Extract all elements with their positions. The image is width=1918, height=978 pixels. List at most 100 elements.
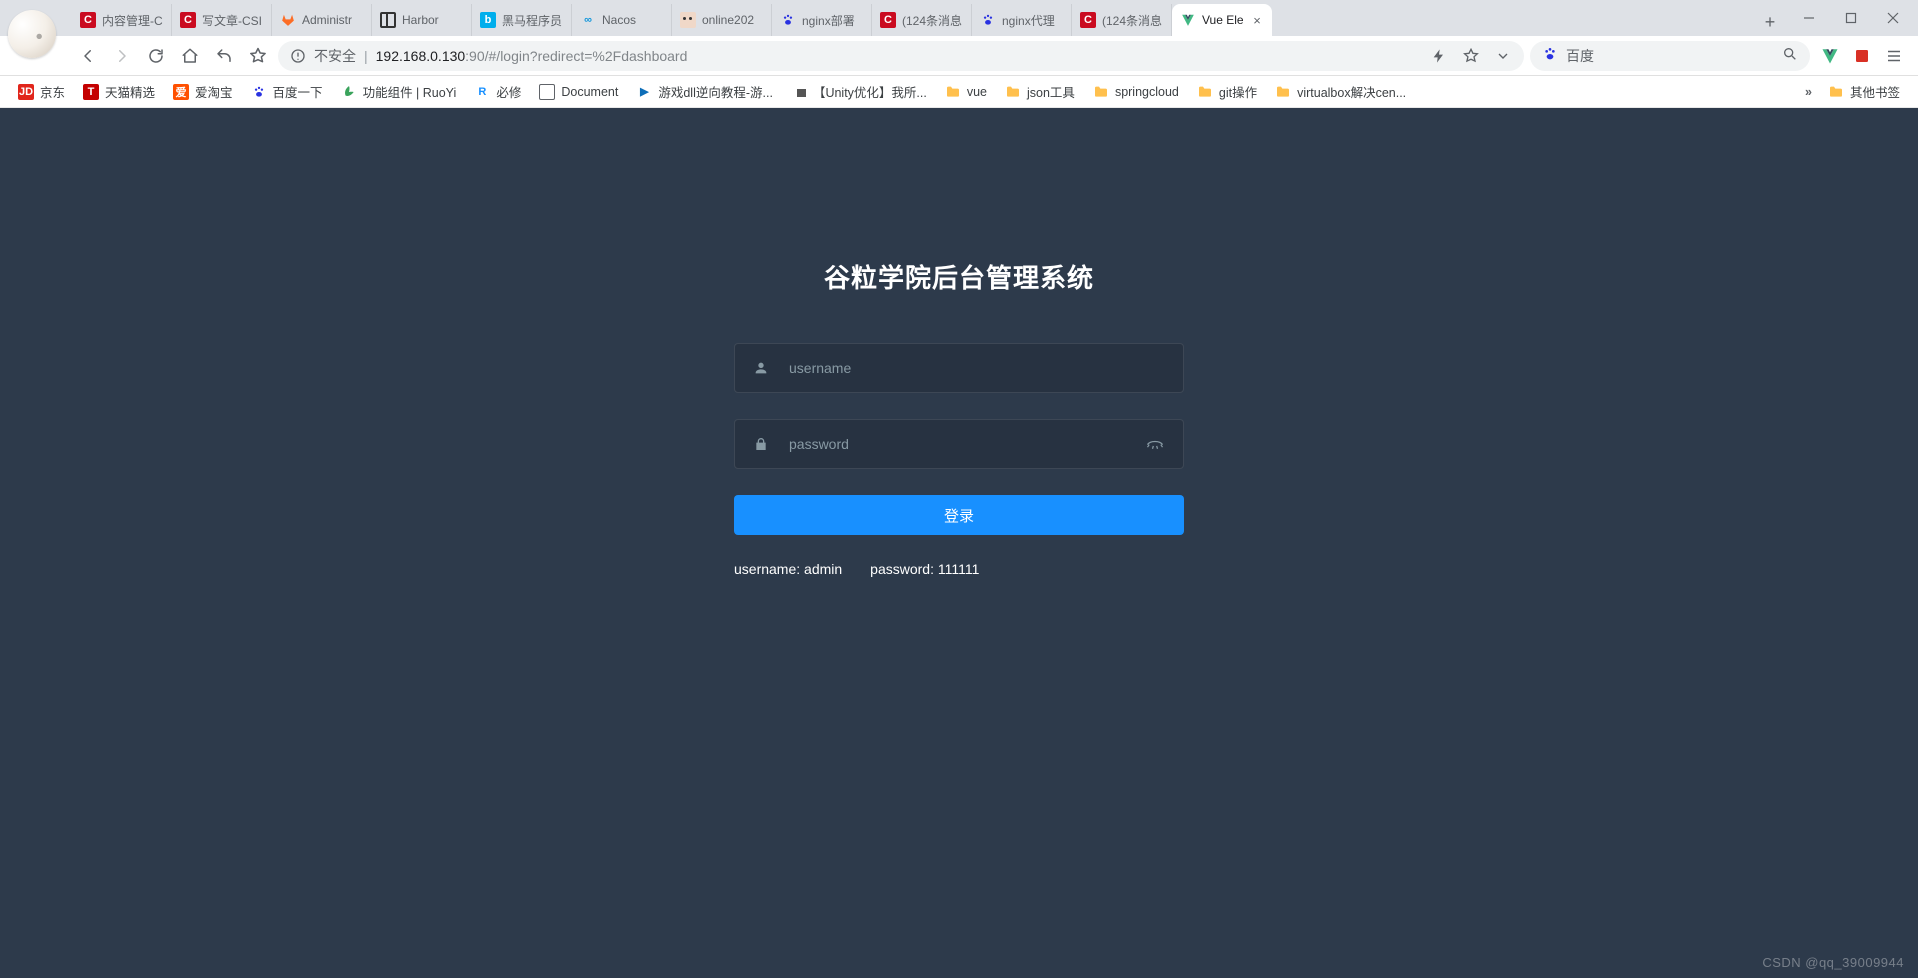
bookmark-star-button[interactable] bbox=[244, 42, 272, 70]
bookmark-item[interactable]: git操作 bbox=[1189, 78, 1265, 105]
bookmark-favicon bbox=[1275, 84, 1291, 100]
tab-label: 黑马程序员 bbox=[502, 12, 563, 29]
bookmark-label: 爱淘宝 bbox=[195, 82, 233, 101]
browser-tab[interactable]: C (124条消息 bbox=[872, 4, 972, 36]
nav-back-button[interactable] bbox=[74, 42, 102, 70]
bookmark-bar: JD京东T天猫精选爱爱淘宝 百度一下功能组件 | RuoYiR必修Document… bbox=[0, 76, 1918, 108]
bookmark-label: 【Unity优化】我所... bbox=[813, 82, 927, 101]
nav-home-button[interactable] bbox=[176, 42, 204, 70]
browser-tab[interactable]: b 黑马程序员 bbox=[472, 4, 572, 36]
address-bar[interactable]: 不安全 | 192.168.0.130:90/#/login?redirect=… bbox=[278, 41, 1524, 71]
browser-tab[interactable]: ∞Nacos bbox=[572, 4, 672, 36]
vue-favicon bbox=[1180, 12, 1196, 28]
login-button[interactable]: 登录 bbox=[734, 495, 1184, 535]
browser-tab[interactable]: C内容管理-C bbox=[72, 4, 172, 36]
extension-area bbox=[1816, 46, 1908, 66]
window-maximize-button[interactable] bbox=[1834, 4, 1868, 32]
bookmark-item[interactable]: R必修 bbox=[466, 78, 529, 105]
bookmark-item[interactable]: vue bbox=[937, 80, 995, 104]
bili-favicon: b bbox=[480, 12, 496, 28]
bookmark-favicon: ▶ bbox=[636, 84, 652, 100]
bookmark-label: 天猫精选 bbox=[105, 82, 155, 101]
address-url: 192.168.0.130:90/#/login?redirect=%2Fdas… bbox=[376, 48, 688, 64]
bookmark-label: vue bbox=[967, 85, 987, 99]
window-close-button[interactable] bbox=[1876, 4, 1910, 32]
bookmark-label: virtualbox解决cen... bbox=[1297, 82, 1406, 101]
tab-label: (124条消息 bbox=[1102, 12, 1163, 29]
bookmark-favicon bbox=[791, 84, 807, 100]
quick-action-icon[interactable] bbox=[1430, 47, 1448, 65]
login-tips: username: admin password: 111111 bbox=[734, 561, 1184, 577]
tab-close-button[interactable]: × bbox=[1250, 13, 1264, 27]
browser-tab[interactable]: online202 bbox=[672, 4, 772, 36]
bookmark-item[interactable]: T天猫精选 bbox=[75, 78, 163, 105]
address-url-host: 192.168.0.130 bbox=[376, 48, 466, 64]
tab-label: Administr bbox=[302, 13, 363, 27]
window-minimize-button[interactable] bbox=[1792, 4, 1826, 32]
password-field[interactable] bbox=[734, 419, 1184, 469]
bookmark-favicon bbox=[251, 84, 267, 100]
browser-tab[interactable]: nginx部署 bbox=[772, 4, 872, 36]
harbor-favicon bbox=[380, 12, 396, 28]
search-engine-label: 百度 bbox=[1566, 46, 1594, 66]
gitlab-favicon bbox=[280, 12, 296, 28]
browser-tabstrip: C内容管理-CC写文章-CSI Administr Harbor b 黑马程序员 ∞Nac… bbox=[0, 0, 1918, 36]
tab-label: nginx部署 bbox=[802, 12, 863, 29]
pdf-extension-icon[interactable] bbox=[1852, 46, 1872, 66]
bookmark-favicon bbox=[1005, 84, 1021, 100]
baidu-favicon bbox=[780, 12, 796, 28]
browser-toolbar: 不安全 | 192.168.0.130:90/#/login?redirect=… bbox=[0, 36, 1918, 76]
username-input[interactable] bbox=[787, 359, 1165, 377]
bookmark-item[interactable]: Document bbox=[531, 80, 626, 104]
bookmark-label: 百度一下 bbox=[273, 82, 323, 101]
nav-reload-button[interactable] bbox=[142, 42, 170, 70]
password-input[interactable] bbox=[787, 435, 1127, 453]
search-icon[interactable] bbox=[1782, 46, 1798, 65]
browser-tab[interactable]: C写文章-CSI bbox=[172, 4, 272, 36]
face-favicon bbox=[680, 12, 696, 28]
tab-label: Vue Ele bbox=[1202, 13, 1244, 27]
c-favicon: C bbox=[180, 12, 196, 28]
tab-label: Harbor bbox=[402, 13, 463, 27]
bookmark-item[interactable]: 爱爱淘宝 bbox=[165, 78, 241, 105]
bookmark-item[interactable]: 功能组件 | RuoYi bbox=[333, 78, 465, 105]
nav-undo-button[interactable] bbox=[210, 42, 238, 70]
bookmark-overflow-button[interactable]: » bbox=[1799, 85, 1818, 99]
browser-tab[interactable]: nginx代理 bbox=[972, 4, 1072, 36]
login-title: 谷粒学院后台管理系统 bbox=[824, 258, 1094, 295]
address-url-path: :90/#/login?redirect=%2Fdashboard bbox=[465, 48, 687, 64]
bookmark-page-icon[interactable] bbox=[1462, 47, 1480, 65]
bookmark-favicon bbox=[1093, 84, 1109, 100]
bookmark-item[interactable]: springcloud bbox=[1085, 80, 1187, 104]
address-dropdown-icon[interactable] bbox=[1494, 47, 1512, 65]
nav-forward-button[interactable] bbox=[108, 42, 136, 70]
browser-tab[interactable]: Administr bbox=[272, 4, 372, 36]
bookmark-label: 京东 bbox=[40, 82, 65, 101]
bookmark-other-folder[interactable]: 其他书签 bbox=[1820, 78, 1908, 105]
browser-tab[interactable]: Vue Ele × bbox=[1172, 4, 1272, 36]
tab-label: (124条消息 bbox=[902, 12, 963, 29]
watermark: CSDN @qq_39009944 bbox=[1762, 955, 1904, 970]
bookmark-item[interactable]: virtualbox解决cen... bbox=[1267, 78, 1414, 105]
search-engine-box[interactable]: 百度 bbox=[1530, 41, 1810, 71]
profile-avatar[interactable] bbox=[8, 10, 56, 58]
browser-tab[interactable]: C(124条消息 bbox=[1072, 4, 1172, 36]
bookmark-item[interactable]: JD京东 bbox=[10, 78, 73, 105]
bookmark-label: 游戏dll逆向教程-游... bbox=[658, 82, 773, 101]
bookmark-label: git操作 bbox=[1219, 82, 1257, 101]
bookmark-item[interactable]: ▶ 游戏dll逆向教程-游... bbox=[628, 78, 781, 105]
insecure-icon bbox=[290, 48, 306, 64]
bookmark-item[interactable]: 【Unity优化】我所... bbox=[783, 78, 935, 105]
toggle-password-visibility[interactable] bbox=[1145, 433, 1165, 456]
browser-menu-button[interactable] bbox=[1884, 46, 1904, 66]
c-favicon: C bbox=[880, 12, 896, 28]
insecure-label: 不安全 bbox=[314, 46, 356, 66]
bookmark-item[interactable]: 百度一下 bbox=[243, 78, 331, 105]
new-tab-button[interactable]: + bbox=[1756, 8, 1784, 36]
username-field[interactable] bbox=[734, 343, 1184, 393]
bookmark-item[interactable]: json工具 bbox=[997, 78, 1083, 105]
tab-label: nginx代理 bbox=[1002, 12, 1063, 29]
vue-devtools-icon[interactable] bbox=[1820, 46, 1840, 66]
folder-icon bbox=[1828, 84, 1844, 100]
browser-tab[interactable]: Harbor bbox=[372, 4, 472, 36]
